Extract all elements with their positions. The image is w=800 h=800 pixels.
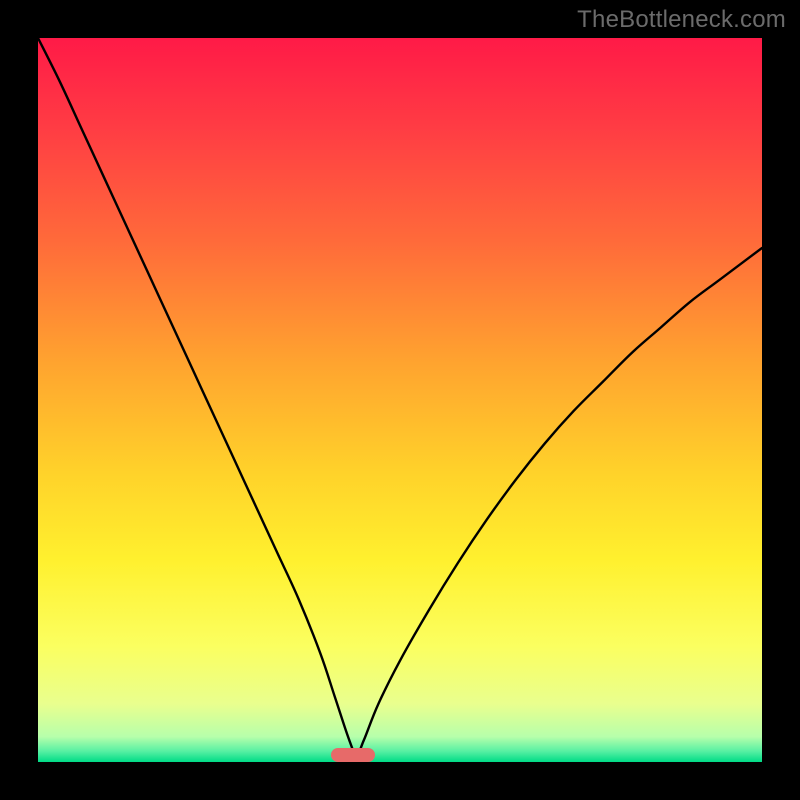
dip-marker (331, 748, 375, 762)
curve-layer (38, 38, 762, 762)
chart-frame: TheBottleneck.com (0, 0, 800, 800)
watermark-text: TheBottleneck.com (577, 6, 786, 34)
plot-area (38, 38, 762, 762)
bottleneck-curve (38, 38, 762, 755)
